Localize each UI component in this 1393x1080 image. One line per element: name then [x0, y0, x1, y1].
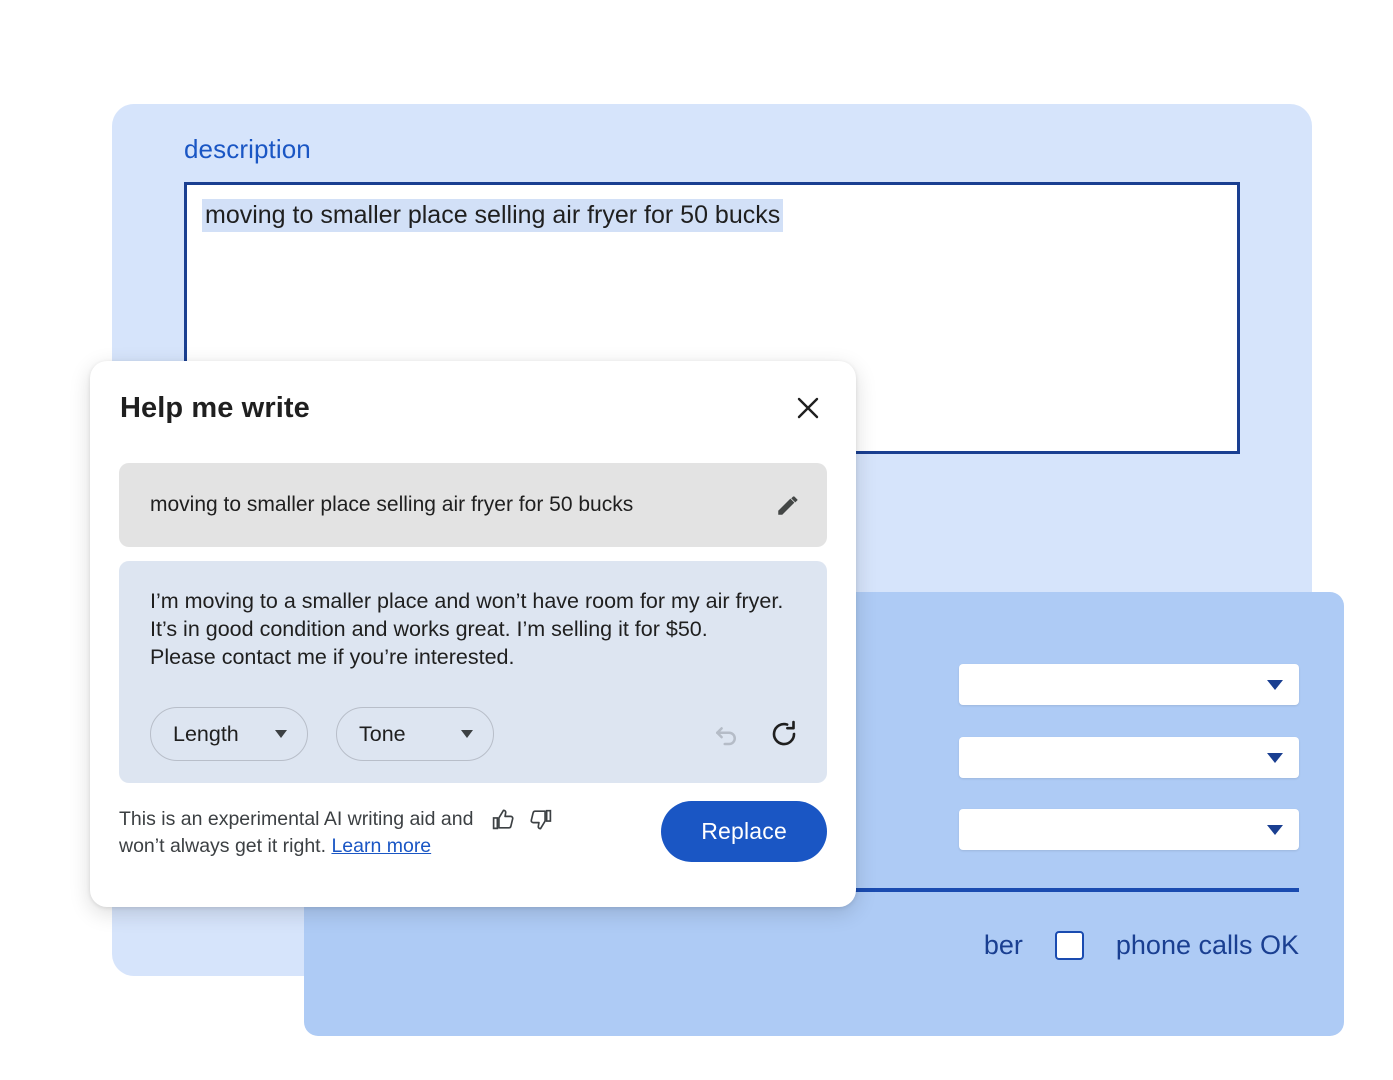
feedback-icons [489, 805, 554, 833]
caret-down-icon [461, 730, 473, 738]
length-dropdown[interactable]: Length [150, 707, 308, 761]
phone-calls-ok-label: phone calls OK [1115, 930, 1299, 960]
learn-more-link[interactable]: Learn more [331, 835, 431, 857]
phone-calls-ok-row: ber phone calls OK [984, 930, 1299, 961]
prompt-text: moving to smaller place selling air frye… [150, 493, 634, 516]
caret-down-icon [275, 730, 287, 738]
tone-dropdown-label: Tone [359, 721, 406, 746]
disclaimer-line-2-row: won’t always get it right. Learn more [119, 833, 554, 860]
generated-result-panel: I’m moving to a smaller place and won’t … [119, 561, 827, 783]
undo-icon[interactable] [710, 718, 742, 750]
form-dropdown-3[interactable] [959, 809, 1299, 850]
caret-down-icon [1267, 752, 1283, 763]
disclaimer-line-1-row: This is an experimental AI writing aid a… [119, 805, 554, 833]
occluded-field-label: ber [983, 930, 1023, 960]
form-dropdown-2[interactable] [959, 737, 1299, 778]
thumb-down-icon[interactable] [526, 805, 554, 833]
refresh-icon[interactable] [768, 718, 800, 750]
form-dropdown-1[interactable] [959, 664, 1299, 705]
dialog-header: Help me write [90, 361, 856, 455]
close-icon[interactable] [788, 388, 828, 428]
dialog-footer: This is an experimental AI writing aid a… [119, 797, 827, 887]
description-textarea-value: moving to smaller place selling air frye… [202, 199, 784, 232]
disclaimer-text-line-2: won’t always get it right. [119, 835, 327, 857]
pencil-icon[interactable] [771, 488, 805, 522]
length-dropdown-label: Length [173, 721, 239, 746]
thumb-up-icon[interactable] [489, 805, 517, 833]
generated-result-text: I’m moving to a smaller place and won’t … [150, 589, 784, 669]
dialog-title: Help me write [120, 391, 310, 424]
caret-down-icon [1267, 679, 1283, 690]
disclaimer-block: This is an experimental AI writing aid a… [119, 797, 554, 860]
result-action-icons [710, 718, 800, 750]
caret-down-icon [1267, 824, 1283, 835]
result-controls: Length Tone [150, 707, 800, 761]
prompt-chip[interactable]: moving to smaller place selling air frye… [119, 463, 827, 547]
description-field-label: description [184, 134, 311, 164]
replace-button[interactable]: Replace [661, 801, 827, 862]
tone-dropdown[interactable]: Tone [336, 707, 494, 761]
help-me-write-dialog: Help me write moving to smaller place se… [90, 361, 856, 907]
disclaimer-text-line-1: This is an experimental AI writing aid a… [119, 807, 474, 830]
phone-calls-ok-checkbox[interactable] [1054, 931, 1084, 960]
